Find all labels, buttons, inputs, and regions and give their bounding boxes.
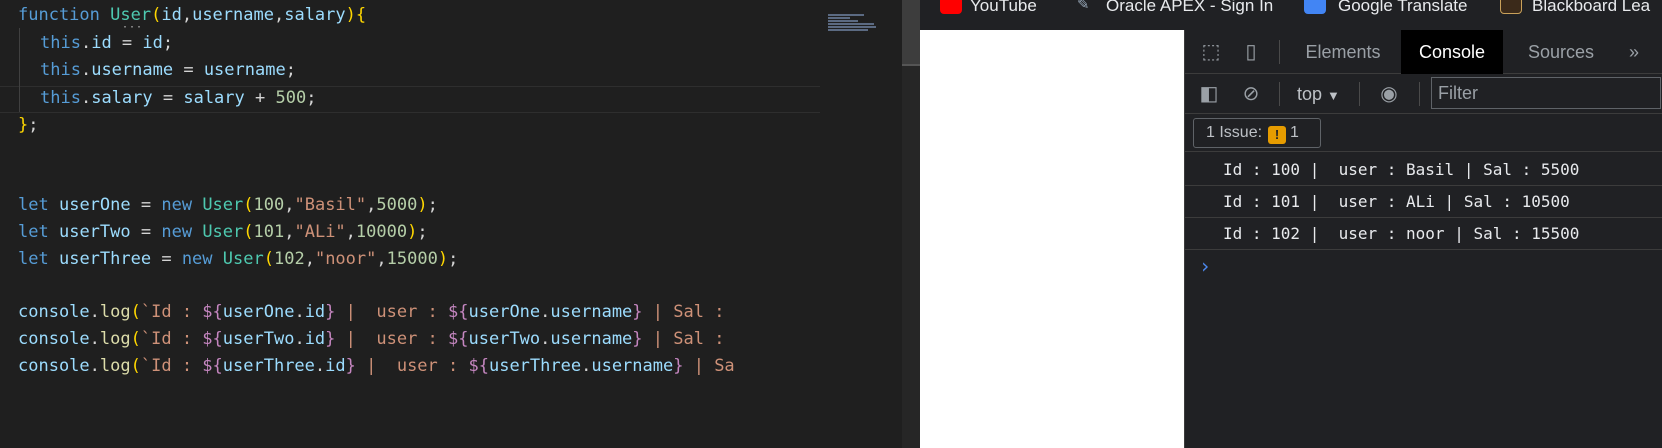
- indent-guide: [19, 28, 20, 112]
- separator: [1359, 82, 1360, 106]
- minimap-line: [828, 23, 874, 25]
- code-line-1[interactable]: function User(id,username,salary){: [18, 1, 366, 29]
- console-log-row[interactable]: Id : 102 | user : noor | Sal : 15500: [1185, 218, 1662, 250]
- code-line-5[interactable]: };: [18, 111, 39, 139]
- bookmark-blackboard[interactable]: Blackboard Lea: [1532, 0, 1650, 18]
- minimap-line: [828, 14, 864, 16]
- issues-bar: 1 Issue:! 1: [1185, 114, 1662, 152]
- context-selector[interactable]: top ▼: [1297, 82, 1340, 106]
- console-log-row[interactable]: Id : 100 | user : Basil | Sal : 5500: [1185, 154, 1662, 186]
- console-log-row[interactable]: Id : 101 | user : ALi | Sal : 10500: [1185, 186, 1662, 218]
- code-line-2[interactable]: this.id = id;: [40, 29, 173, 57]
- issues-button[interactable]: 1 Issue:! 1: [1193, 118, 1321, 148]
- code-line-14[interactable]: console.log(`Id : ${userThree.id} | user…: [18, 352, 735, 380]
- youtube-icon: [940, 0, 962, 14]
- device-toolbar-icon[interactable]: ▯: [1239, 40, 1263, 64]
- tab-console[interactable]: Console: [1401, 30, 1503, 74]
- tab-elements[interactable]: Elements: [1293, 30, 1393, 74]
- separator: [1419, 82, 1420, 106]
- separator: [1279, 40, 1280, 64]
- bookmark-youtube[interactable]: YouTube: [970, 0, 1037, 18]
- separator: [1279, 82, 1280, 106]
- code-line-12[interactable]: console.log(`Id : ${userOne.id} | user :…: [18, 298, 735, 326]
- web-page-content: [920, 30, 1184, 448]
- minimap[interactable]: [820, 0, 902, 448]
- console-toolbar: ◧ ⊘ top ▼ ◉ Filter: [1185, 74, 1662, 114]
- editor-scrollbar-thumb[interactable]: [902, 0, 920, 66]
- sidebar-toggle-icon[interactable]: ◧: [1197, 82, 1221, 106]
- clear-console-icon[interactable]: ⊘: [1239, 82, 1263, 106]
- inspect-element-icon[interactable]: ⬚: [1199, 40, 1223, 64]
- apex-icon: ✎: [1077, 0, 1089, 14]
- blackboard-icon: [1500, 0, 1522, 14]
- editor-scrollbar[interactable]: [902, 0, 920, 448]
- chevron-down-icon: ▼: [1327, 88, 1340, 103]
- devtools-tab-bar: ⬚ ▯ Elements Console Sources »: [1185, 30, 1662, 74]
- devtools-panel: ⬚ ▯ Elements Console Sources » ◧ ⊘ top ▼…: [1184, 30, 1662, 448]
- tab-sources[interactable]: Sources: [1511, 30, 1611, 74]
- code-line-13[interactable]: console.log(`Id : ${userTwo.id} | user :…: [18, 325, 735, 353]
- more-tabs-button[interactable]: »: [1619, 30, 1649, 74]
- bookmark-google-translate[interactable]: Google Translate: [1338, 0, 1467, 18]
- minimap-line: [828, 17, 850, 19]
- code-line-9[interactable]: let userTwo = new User(101,"ALi",10000);: [18, 218, 428, 246]
- code-line-8[interactable]: let userOne = new User(100,"Basil",5000)…: [18, 191, 438, 219]
- filter-input[interactable]: Filter: [1431, 77, 1661, 109]
- console-prompt-icon[interactable]: ›: [1199, 254, 1211, 278]
- minimap-line: [828, 20, 858, 22]
- context-label: top: [1297, 84, 1323, 104]
- issues-count: 1: [1290, 124, 1299, 141]
- minimap-line: [828, 26, 876, 28]
- bookmark-oracle-apex[interactable]: Oracle APEX - Sign In: [1106, 0, 1273, 18]
- translate-icon: [1304, 0, 1326, 14]
- eye-icon[interactable]: ◉: [1377, 82, 1401, 106]
- minimap-line: [828, 29, 868, 31]
- browser-window: YouTube ✎ Oracle APEX - Sign In Google T…: [920, 0, 1662, 448]
- issue-warning-icon: !: [1268, 126, 1287, 144]
- code-line-10[interactable]: let userThree = new User(102,"noor",1500…: [18, 245, 458, 273]
- issues-label: 1 Issue:: [1206, 124, 1263, 141]
- code-line-3[interactable]: this.username = username;: [40, 56, 296, 84]
- bookmarks-bar: YouTube ✎ Oracle APEX - Sign In Google T…: [920, 0, 1662, 30]
- code-line-4[interactable]: this.salary = salary + 500;: [40, 84, 316, 112]
- code-editor[interactable]: ··· function User(id,username,salary){ t…: [0, 0, 820, 448]
